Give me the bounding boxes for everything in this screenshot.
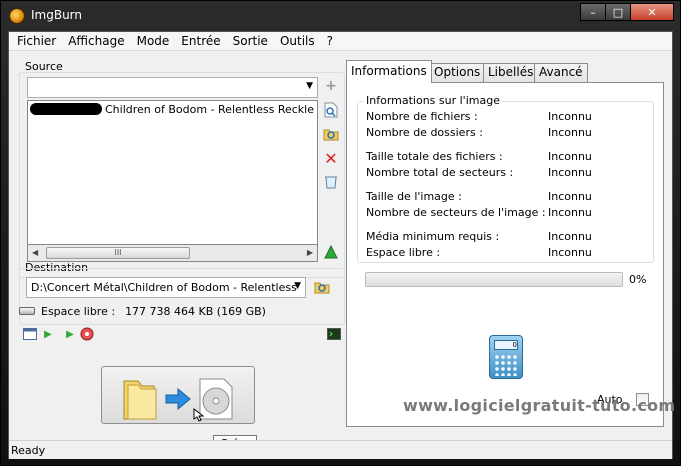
info-label: Média minimum requis : (366, 230, 500, 243)
free-space-label: Espace libre : (41, 305, 116, 318)
source-combo[interactable]: ▼ (27, 77, 318, 98)
source-file-list[interactable]: Children of Bodom - Relentless Reckle (27, 100, 318, 245)
menu-fichier[interactable]: Fichier (11, 34, 62, 48)
status-text: Ready (11, 444, 46, 457)
window-controls: – □ ✕ (580, 3, 674, 21)
info-label: Nombre de secteurs de l'image : (366, 206, 546, 219)
info-label: Taille totale des fichiers : (366, 150, 503, 163)
info-value: Inconnu (548, 150, 592, 163)
progress-bar (365, 272, 623, 287)
build-image-button[interactable] (101, 366, 255, 424)
info-value: Inconnu (548, 166, 592, 179)
info-value: Inconnu (548, 206, 592, 219)
destination-path-combo[interactable]: D:\Concert Métal\Children of Bodom - Rel… (26, 277, 306, 298)
scroll-thumb[interactable]: III (46, 247, 190, 259)
calculator-keys (494, 354, 518, 376)
list-item[interactable]: Children of Bodom - Relentless Reckle (30, 103, 314, 116)
app-window: ImgBurn – □ ✕ Fichier Affichage Mode Ent… (0, 0, 681, 466)
plus-icon[interactable]: + (323, 78, 339, 94)
menu-mode[interactable]: Mode (131, 34, 176, 48)
client-area: Fichier Affichage Mode Entrée Sortie Out… (8, 31, 673, 459)
window-title: ImgBurn (31, 8, 83, 22)
minimize-button[interactable]: – (580, 3, 606, 21)
destination-free-space: Espace libre : 177 738 464 KB (169 GB) (19, 305, 266, 318)
play-icon[interactable]: ▶ (41, 327, 55, 341)
destination-path: D:\Concert Métal\Children of Bodom - Rel… (31, 281, 297, 294)
info-label: Nombre de fichiers : (366, 110, 478, 123)
scroll-right-icon[interactable]: ▶ (307, 248, 313, 257)
tab-avance[interactable]: Avancé (534, 63, 588, 82)
terminal-icon[interactable] (327, 327, 341, 341)
imgburn-app-icon[interactable] (9, 8, 25, 24)
info-value: Inconnu (548, 190, 592, 203)
play-queue-icon[interactable]: ▶ (63, 327, 77, 341)
tab-libelles[interactable]: Libellés (483, 63, 539, 82)
list-item-label: Children of Bodom - Relentless Reckle (105, 103, 314, 116)
progress-percent: 0% (629, 273, 647, 286)
mini-toolbar: ▶ ▶ (23, 326, 343, 344)
image-info-group: Informations sur l'image Nombre de fichi… (357, 94, 654, 263)
info-value: Inconnu (548, 110, 592, 123)
log-window-icon[interactable] (23, 327, 37, 341)
menu-help[interactable]: ? (321, 34, 339, 48)
info-group-title: Informations sur l'image (364, 94, 502, 107)
scroll-left-icon[interactable]: ◀ (32, 248, 38, 257)
informations-panel: Informations sur l'image Nombre de fichi… (346, 82, 664, 427)
horizontal-scrollbar[interactable]: ◀ III ▶ (27, 245, 318, 262)
info-value: Inconnu (548, 230, 592, 243)
menu-entree[interactable]: Entrée (175, 34, 226, 48)
redacted-mark (30, 103, 102, 115)
info-value: Inconnu (548, 126, 592, 139)
tab-informations[interactable]: Informations (346, 60, 432, 83)
recycle-bin-icon[interactable] (323, 174, 339, 190)
title-bar[interactable]: ImgBurn – □ ✕ (1, 1, 680, 31)
search-file-icon[interactable] (323, 102, 339, 118)
folder-search-icon[interactable] (323, 126, 339, 142)
watermark-text: www.logicielgratuit-tuto.com (403, 396, 676, 415)
folder-browse-icon[interactable] (314, 279, 330, 295)
tab-options[interactable]: Options (429, 63, 486, 82)
close-button[interactable]: ✕ (630, 3, 674, 21)
info-label: Taille de l'image : (366, 190, 462, 203)
combo-arrow-icon: ▼ (306, 81, 313, 91)
disc-eject-icon[interactable] (80, 327, 94, 341)
free-space-value: 177 738 464 KB (169 GB) (125, 305, 266, 318)
status-bar: Ready (9, 440, 672, 459)
menu-sortie[interactable]: Sortie (227, 34, 274, 48)
info-label: Nombre de dossiers : (366, 126, 483, 139)
calculator-display: 0 (494, 340, 518, 350)
delete-x-icon[interactable]: ✕ (323, 149, 339, 168)
hard-disk-icon (19, 307, 35, 315)
info-label: Espace libre : (366, 246, 441, 259)
green-arrow-icon[interactable] (323, 244, 339, 260)
menu-affichage[interactable]: Affichage (62, 34, 130, 48)
menu-bar: Fichier Affichage Mode Entrée Sortie Out… (9, 32, 672, 51)
build-graphic-icon (123, 378, 233, 422)
combo-arrow-icon: ▼ (294, 281, 301, 291)
calculator-icon[interactable]: 0 (489, 335, 523, 379)
info-label: Nombre total de secteurs : (366, 166, 514, 179)
source-group: ▼ Children of Bodom - Relentless Reckle … (19, 72, 345, 278)
maximize-button[interactable]: □ (605, 3, 631, 21)
info-value: Inconnu (548, 246, 592, 259)
menu-outils[interactable]: Outils (274, 34, 321, 48)
